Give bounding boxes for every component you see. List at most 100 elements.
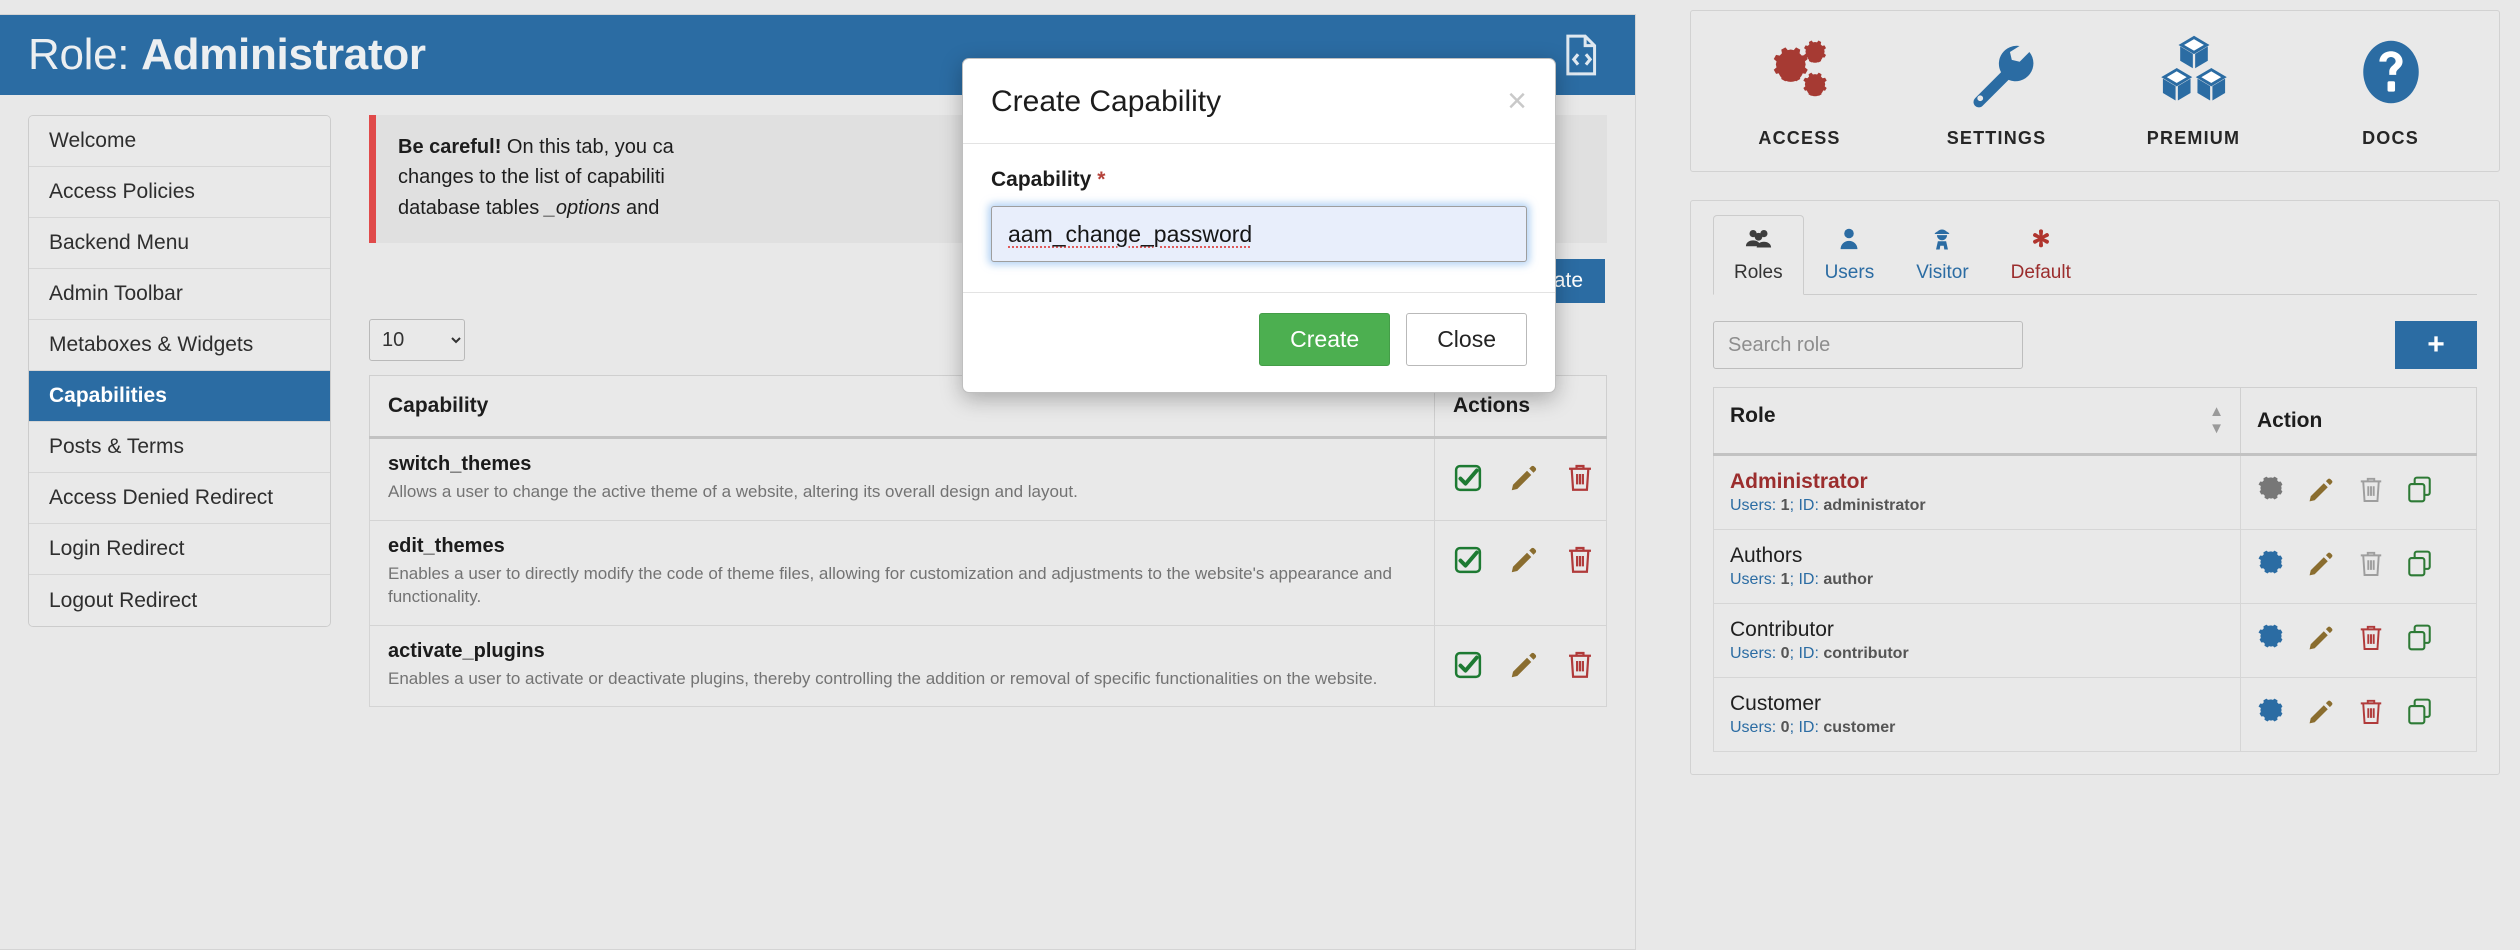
sidebar-item-posts-terms[interactable]: Posts & Terms [29, 422, 330, 473]
wrench-icon [1960, 35, 2034, 114]
capability-cell: activate_plugins Enables a user to activ… [369, 624, 1435, 707]
plus-icon: + [2427, 328, 2445, 361]
pencil-icon[interactable] [2307, 550, 2335, 583]
copy-icon[interactable] [2406, 476, 2433, 509]
app-root: Role: Administrator Welcome Access Polic… [0, 0, 2520, 950]
capability-input[interactable] [991, 206, 1527, 262]
sidebar-item-metaboxes-widgets[interactable]: Metaboxes & Widgets [29, 320, 330, 371]
trash-icon[interactable] [2358, 550, 2384, 583]
check-square-icon[interactable] [1453, 650, 1483, 685]
capability-description: Enables a user to directly modify the co… [388, 563, 1392, 607]
sort-icon[interactable]: ▲ ▼ [2209, 403, 2224, 437]
quick-link-premium[interactable]: PREMIUM [2119, 35, 2269, 149]
sidebar-item-label: Login Redirect [49, 537, 185, 560]
sidebar-item-admin-toolbar[interactable]: Admin Toolbar [29, 269, 330, 320]
gear-icon[interactable] [2257, 476, 2285, 509]
role-cell: Contributor Users: 0; ID: contributor [1713, 603, 2241, 678]
quick-link-settings[interactable]: SETTINGS [1922, 35, 2072, 149]
table-row[interactable]: Customer Users: 0; ID: customer [1713, 677, 2477, 752]
tab-default[interactable]: Default [1990, 215, 2092, 295]
trash-icon[interactable] [2358, 698, 2384, 731]
alert-strong: Be careful! [398, 136, 502, 158]
copy-icon[interactable] [2406, 698, 2433, 731]
sidebar-item-access-policies[interactable]: Access Policies [29, 167, 330, 218]
copy-icon[interactable] [2406, 550, 2433, 583]
role-meta: Users: 1; ID: author [1730, 571, 2224, 589]
role-actions-cell [2240, 677, 2477, 752]
capability-slug: activate_plugins [388, 639, 545, 662]
tab-roles[interactable]: Roles [1713, 215, 1804, 295]
modal-footer: Create Close [963, 292, 1555, 392]
table-row[interactable]: Authors Users: 1; ID: author [1713, 529, 2477, 604]
pencil-icon[interactable] [1509, 545, 1539, 580]
tab-label: Default [2010, 262, 2071, 283]
trash-icon[interactable] [1566, 545, 1594, 580]
check-square-icon[interactable] [1453, 463, 1483, 498]
gear-icon[interactable] [2257, 698, 2285, 731]
capabilities-table: Capability Actions switch_themes Allows … [369, 375, 1607, 707]
sidebar-item-logout-redirect[interactable]: Logout Redirect [29, 575, 330, 626]
capability-slug: edit_themes [388, 534, 505, 557]
roles-table: Role ▲ ▼ Action Administrator Users: 1; I… [1713, 387, 2477, 752]
quick-link-label: PREMIUM [2146, 128, 2241, 148]
sidebar-item-label: Metaboxes & Widgets [49, 333, 254, 356]
role-name: Customer [1730, 692, 1822, 715]
pencil-icon[interactable] [2307, 476, 2335, 509]
role-actions-cell [2240, 603, 2477, 678]
header-actions [1563, 33, 1601, 77]
gears-icon [1763, 35, 1837, 114]
capability-cell: edit_themes Enables a user to directly m… [369, 519, 1435, 626]
pencil-icon[interactable] [2307, 698, 2335, 731]
modal-close-button[interactable]: Close [1406, 313, 1527, 366]
right-sidebar: ACCESS SETTINGS PREMIUM DOCS Roles Users… [1690, 10, 2500, 803]
add-role-button[interactable]: + [2395, 321, 2477, 369]
quick-link-docs[interactable]: DOCS [2316, 35, 2466, 149]
tab-users[interactable]: Users [1804, 215, 1896, 295]
trash-icon[interactable] [2358, 624, 2384, 657]
tab-visitor[interactable]: Visitor [1895, 215, 1989, 295]
tab-label: Visitor [1916, 262, 1969, 283]
quick-link-access[interactable]: ACCESS [1725, 35, 1875, 149]
pencil-icon[interactable] [2307, 624, 2335, 657]
role-name: Authors [1730, 544, 1803, 567]
quick-link-label: SETTINGS [1946, 128, 2047, 148]
sidebar-item-access-denied-redirect[interactable]: Access Denied Redirect [29, 473, 330, 524]
search-role-input[interactable] [1713, 321, 2023, 369]
role-id: contributor [1823, 645, 1909, 662]
actions-cell [1434, 624, 1607, 707]
column-header-action: Action [2240, 387, 2477, 456]
capability-field-label: Capability * [991, 168, 1527, 192]
alert-line-1: On this tab, you ca [501, 136, 674, 158]
alert-line-3-pre: database tables [398, 196, 545, 219]
sidebar-item-label: Posts & Terms [49, 435, 184, 458]
gear-icon[interactable] [2257, 624, 2285, 657]
trash-icon[interactable] [2358, 476, 2384, 509]
gear-icon[interactable] [2257, 550, 2285, 583]
sidebar-item-capabilities[interactable]: Capabilities [29, 371, 330, 422]
modal-create-button[interactable]: Create [1259, 313, 1391, 366]
code-file-icon[interactable] [1563, 33, 1601, 77]
copy-icon[interactable] [2406, 624, 2433, 657]
actions-cell [1434, 519, 1607, 626]
pencil-icon[interactable] [1509, 650, 1539, 685]
create-capability-modal: Create Capability × Capability * Create … [962, 58, 1556, 393]
page-title: Role: Administrator [28, 30, 426, 80]
close-icon[interactable]: × [1507, 84, 1527, 118]
trash-icon[interactable] [1566, 463, 1594, 498]
trash-icon[interactable] [1566, 650, 1594, 685]
page-length-select[interactable]: 10 [369, 319, 465, 362]
table-row[interactable]: Contributor Users: 0; ID: contributor [1713, 603, 2477, 678]
role-name: Contributor [1730, 618, 1834, 641]
table-row[interactable]: Administrator Users: 1; ID: administrato… [1713, 454, 2477, 530]
feature-sidebar: Welcome Access Policies Backend Menu Adm… [28, 115, 331, 627]
sidebar-item-login-redirect[interactable]: Login Redirect [29, 524, 330, 575]
role-meta: Users: 1; ID: administrator [1730, 497, 2224, 515]
sidebar-item-backend-menu[interactable]: Backend Menu [29, 218, 330, 269]
role-actions-cell [2240, 454, 2477, 530]
capabilities-table-body: switch_themes Allows a user to change th… [369, 437, 1607, 707]
pencil-icon[interactable] [1509, 463, 1539, 498]
column-header-role[interactable]: Role ▲ ▼ [1713, 387, 2241, 456]
check-square-icon[interactable] [1453, 545, 1483, 580]
quick-links-row: ACCESS SETTINGS PREMIUM DOCS [1691, 11, 2499, 171]
sidebar-item-welcome[interactable]: Welcome [29, 116, 330, 167]
